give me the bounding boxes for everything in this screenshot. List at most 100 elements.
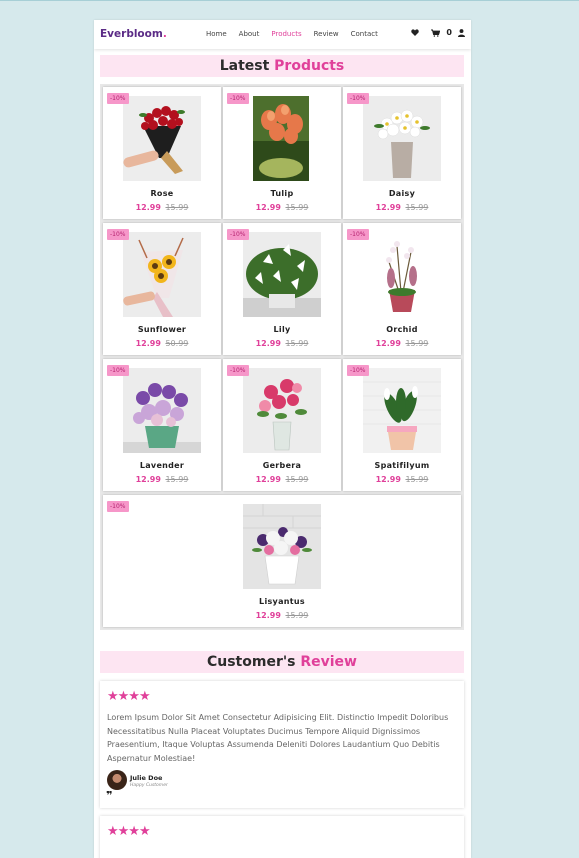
- products-heading-accent: Products: [274, 58, 345, 74]
- product-card-lily[interactable]: -10% Lily 12.99 15.99: [223, 223, 341, 355]
- old-price: 50.99: [165, 339, 189, 348]
- product-price: 12.99 15.99: [223, 339, 341, 348]
- product-price: 12.99 15.99: [103, 475, 221, 484]
- cart-count: 0: [446, 28, 452, 37]
- product-card-daisy[interactable]: -10% Daisy 12.99 15.99: [343, 87, 461, 219]
- current-price: 12.99: [375, 339, 401, 348]
- orchid-image: [363, 232, 441, 317]
- main-nav: Home About Products Review Contact: [206, 30, 390, 38]
- current-price: 12.99: [255, 611, 281, 620]
- discount-badge: -10%: [107, 365, 129, 376]
- spatifilyum-image: [363, 368, 441, 453]
- product-price: 12.99 15.99: [103, 611, 461, 620]
- product-name: Orchid: [386, 325, 418, 334]
- nav-link-products[interactable]: Products: [271, 30, 301, 38]
- product-price: 12.99 15.99: [103, 203, 221, 212]
- gerbera-image: [243, 368, 321, 453]
- reviewer-role: Happy Customer: [130, 783, 168, 788]
- products-grid: -10% Rose 12.99 15.99 -10% Tulip 12.99 1…: [100, 84, 464, 630]
- current-price: 12.99: [255, 339, 281, 348]
- old-price: 15.99: [405, 339, 429, 348]
- cart-button[interactable]: 0: [425, 28, 452, 37]
- discount-badge: -10%: [347, 365, 369, 376]
- nav-link-about[interactable]: About: [239, 30, 260, 38]
- star-rating: ★★★★: [107, 824, 151, 839]
- product-card-tulip[interactable]: -10% Tulip 12.99 15.99: [223, 87, 341, 219]
- star-rating: ★★★★: [107, 689, 151, 704]
- sunflower-image: [123, 232, 201, 317]
- rose-image: [123, 96, 201, 181]
- current-price: 12.99: [135, 339, 161, 348]
- product-card-spatifilyum[interactable]: -10% Spatifilyum 12.99 15.99: [343, 359, 461, 491]
- current-price: 12.99: [135, 475, 161, 484]
- current-price: 12.99: [255, 203, 281, 212]
- product-name: Gerbera: [262, 461, 302, 470]
- user-icon[interactable]: [458, 28, 465, 37]
- lavender-image: [123, 368, 201, 453]
- products-heading: Latest Products: [100, 55, 464, 77]
- cart-icon: [431, 28, 441, 37]
- product-name: Lily: [273, 325, 291, 334]
- old-price: 15.99: [405, 475, 429, 484]
- product-name: Rose: [150, 189, 174, 198]
- discount-badge: -10%: [107, 93, 129, 104]
- quote-icon: ❞: [106, 789, 113, 802]
- current-price: 12.99: [255, 475, 281, 484]
- product-price: 12.99 15.99: [223, 475, 341, 484]
- daisy-image: [363, 96, 441, 181]
- product-price: 12.99 15.99: [343, 475, 461, 484]
- nav-link-review[interactable]: Review: [314, 30, 339, 38]
- brand-dot: .: [162, 28, 167, 40]
- product-price: 12.99 15.99: [343, 339, 461, 348]
- discount-badge: -10%: [227, 365, 249, 376]
- product-card-sunflower[interactable]: -10% Sunflower 12.99 50.99: [103, 223, 221, 355]
- lily-image: [243, 232, 321, 317]
- brand-logo[interactable]: Everbloom.: [100, 28, 167, 40]
- product-name: Tulip: [270, 189, 294, 198]
- review-card: ★★★★: [100, 816, 464, 858]
- old-price: 15.99: [165, 475, 189, 484]
- reviewer-name: Julie Doe: [130, 774, 163, 782]
- tulip-image: [253, 96, 309, 181]
- product-name: Sunflower: [137, 325, 187, 334]
- product-price: 12.99 15.99: [223, 203, 341, 212]
- review-card: ★★★★ Lorem Ipsum Dolor Sit Amet Consecte…: [100, 681, 464, 808]
- reviews-heading-plain: Customer's: [206, 654, 301, 670]
- discount-badge: -10%: [227, 229, 249, 240]
- old-price: 15.99: [285, 203, 309, 212]
- current-price: 12.99: [375, 203, 401, 212]
- current-price: 12.99: [135, 203, 161, 212]
- product-card-gerbera[interactable]: -10% Gerbera 12.99 15.99: [223, 359, 341, 491]
- header-icons: 0: [405, 28, 465, 37]
- brand-name: Everbloom: [100, 28, 163, 40]
- product-card-lisyantus[interactable]: -10% Lisyantus 12.99 15.99: [103, 495, 461, 627]
- discount-badge: -10%: [347, 93, 369, 104]
- reviews-heading-accent: Review: [300, 654, 357, 670]
- discount-badge: -10%: [107, 501, 129, 512]
- product-name: Daisy: [388, 189, 416, 198]
- old-price: 15.99: [165, 203, 189, 212]
- product-name: Lavender: [139, 461, 185, 470]
- reviews-heading: Customer's Review: [100, 651, 464, 673]
- discount-badge: -10%: [107, 229, 129, 240]
- product-card-lavender[interactable]: -10% Lavender 12.99 15.99: [103, 359, 221, 491]
- product-price: 12.99 15.99: [343, 203, 461, 212]
- product-card-rose[interactable]: -10% Rose 12.99 15.99: [103, 87, 221, 219]
- lisyantus-image: [243, 504, 321, 589]
- discount-badge: -10%: [227, 93, 249, 104]
- nav-link-contact[interactable]: Contact: [351, 30, 378, 38]
- product-card-orchid[interactable]: -10% Orchid 12.99 15.99: [343, 223, 461, 355]
- heart-icon[interactable]: [411, 29, 420, 36]
- avatar: [107, 770, 127, 790]
- review-text: Lorem Ipsum Dolor Sit Amet Consectetur A…: [107, 713, 449, 763]
- old-price: 15.99: [285, 475, 309, 484]
- old-price: 15.99: [405, 203, 429, 212]
- products-heading-plain: Latest: [219, 58, 275, 74]
- top-border-line: [0, 0, 579, 1]
- page-container: Everbloom. Home About Products Review Co…: [94, 20, 471, 858]
- nav-link-home[interactable]: Home: [206, 30, 227, 38]
- product-name: Spatifilyum: [374, 461, 430, 470]
- product-name: Lisyantus: [259, 597, 305, 606]
- current-price: 12.99: [375, 475, 401, 484]
- old-price: 15.99: [285, 339, 309, 348]
